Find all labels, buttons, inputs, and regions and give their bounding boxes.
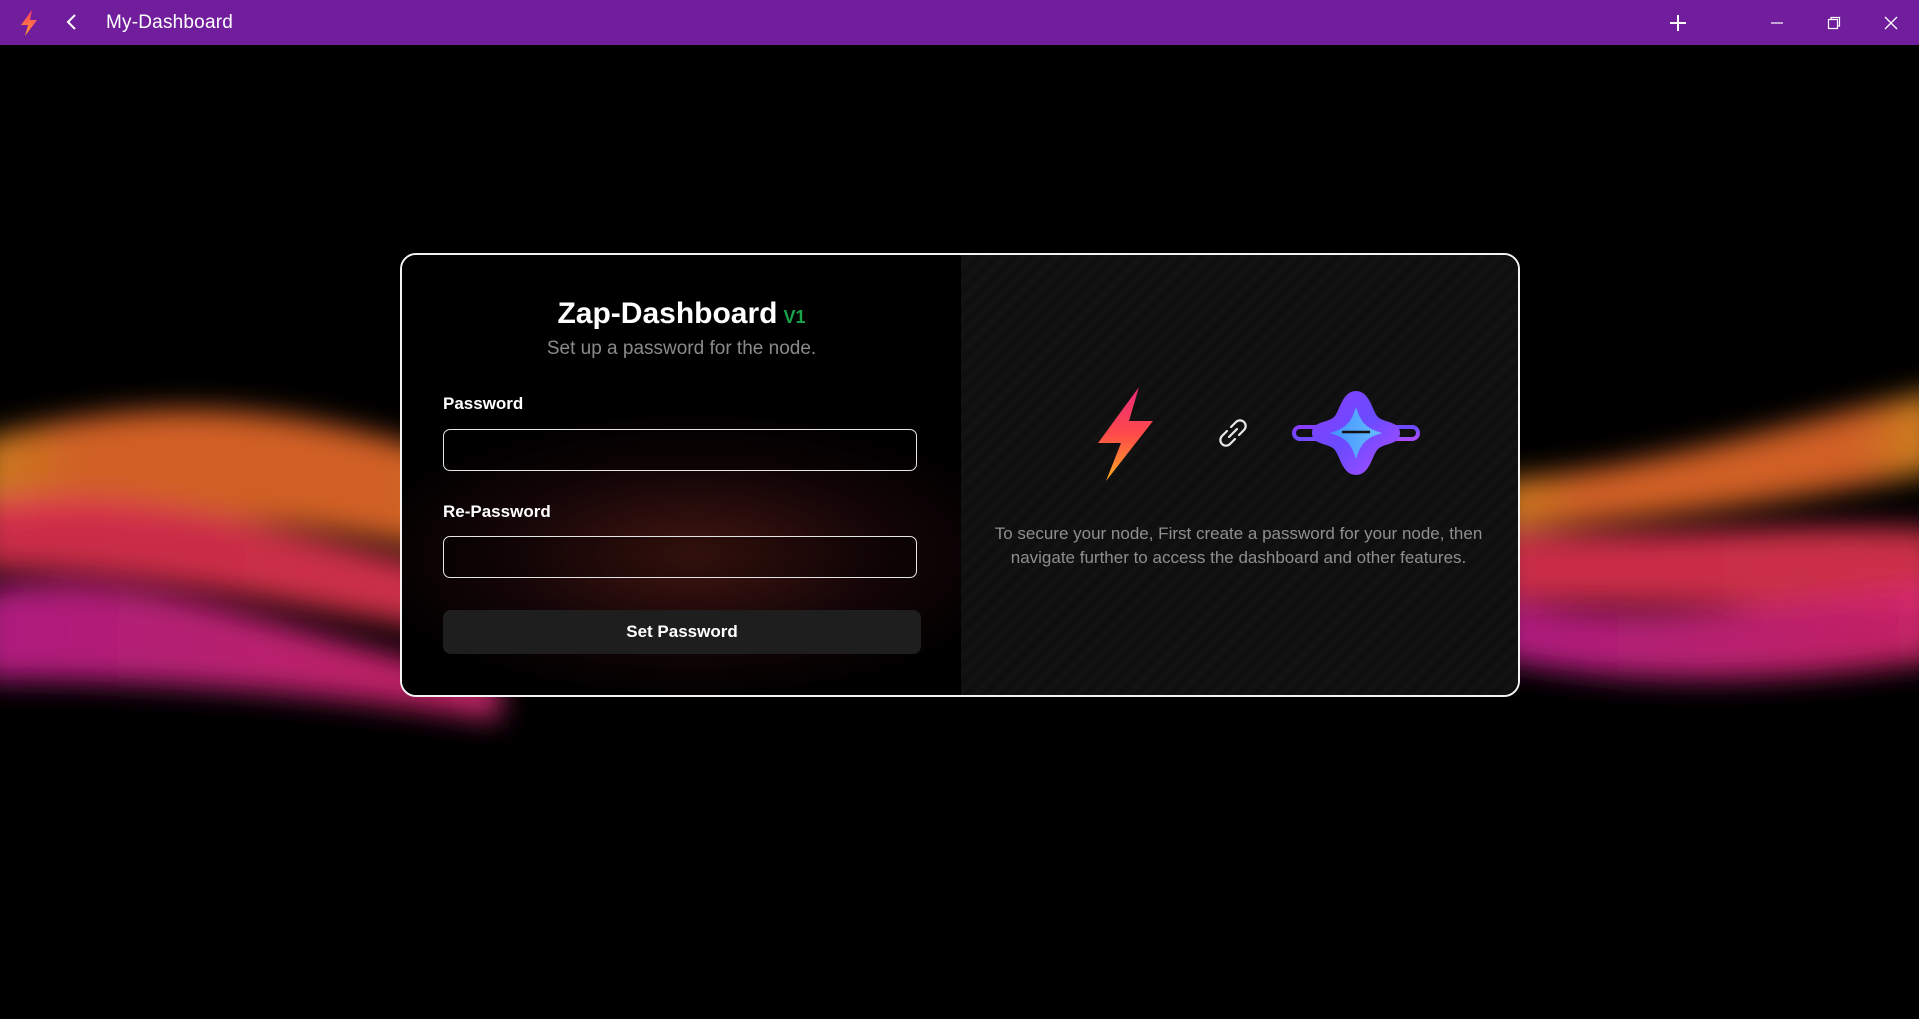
- info-description: To secure your node, First create a pass…: [994, 524, 1483, 567]
- add-icon[interactable]: [1650, 0, 1706, 45]
- back-arrow-icon[interactable]: [58, 8, 86, 36]
- password-label: Password: [443, 394, 524, 413]
- repassword-label: Re-Password: [443, 502, 551, 521]
- version-badge: V1: [783, 307, 806, 327]
- window-title: My-Dashboard: [106, 12, 234, 33]
- minimize-icon[interactable]: [1749, 0, 1805, 45]
- node-logo-icon: [1292, 391, 1420, 475]
- password-form-panel: Zap-Dashboard V1 Set up a password for th…: [402, 255, 961, 695]
- page-subtitle: Set up a password for the node.: [546, 338, 817, 359]
- link-icon: [1219, 419, 1247, 447]
- lightning-bolt-icon: [1098, 387, 1153, 481]
- app-name: Zap-Dashboard: [557, 297, 778, 330]
- bolt-logo-icon: [17, 9, 41, 37]
- repassword-field[interactable]: [443, 536, 917, 578]
- logo-row: [961, 385, 1516, 485]
- password-field[interactable]: [443, 429, 917, 471]
- set-password-button[interactable]: Set Password: [443, 610, 921, 654]
- close-icon[interactable]: [1863, 0, 1919, 45]
- info-panel: To secure your node, First create a pass…: [961, 255, 1518, 695]
- page-title: Zap-Dashboard V1: [402, 297, 961, 331]
- title-bar: My-Dashboard: [0, 0, 1919, 45]
- restore-icon[interactable]: [1806, 0, 1862, 45]
- password-setup-card: Zap-Dashboard V1 Set up a password for th…: [400, 253, 1520, 697]
